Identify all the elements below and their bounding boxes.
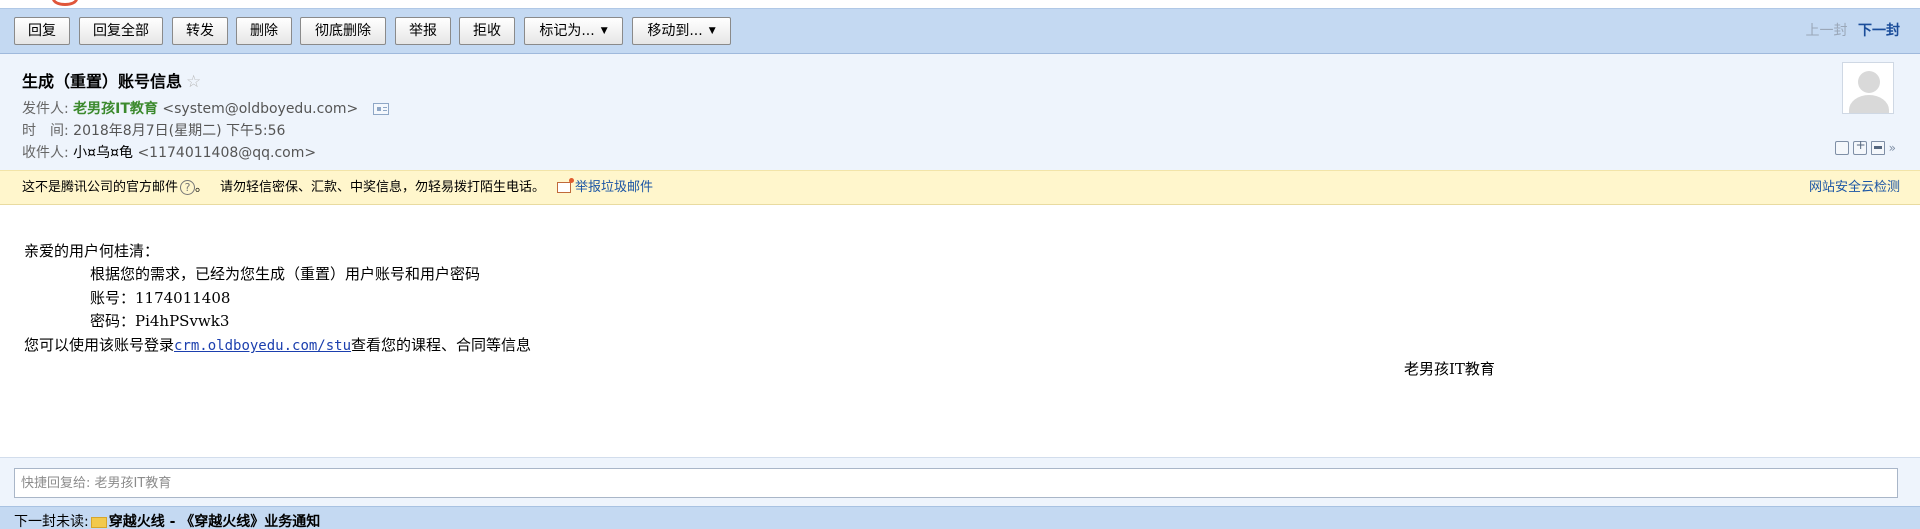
contact-card-icon[interactable]	[372, 103, 389, 115]
mail-body: 亲爱的用户何桂清： 根据您的需求，已经为您生成（重置）用户账号和用户密码 账号：…	[0, 205, 1920, 457]
next-unread-link[interactable]: 穿越火线 - 《穿越火线》业务通知	[109, 514, 321, 529]
qq-logo-icon	[52, 0, 78, 6]
chevron-down-icon[interactable]: »	[1889, 141, 1896, 155]
prev-mail-link[interactable]: 上一封	[1806, 23, 1848, 39]
sender-email: <system@oldboyedu.com>	[162, 101, 359, 117]
report-spam-link[interactable]: 举报垃圾邮件	[575, 180, 653, 195]
time-row: 时 间: 2018年8月7日(星期二) 下午5:56	[22, 123, 286, 139]
login-line: 您可以使用该账号登录crm.oldboyedu.com/stu查看您的课程、合同…	[24, 336, 532, 354]
crm-login-link[interactable]: crm.oldboyedu.com/stu	[174, 338, 351, 354]
password-line: 密码：Pi4hPSvwk3	[90, 312, 230, 330]
report-button[interactable]: 举报	[395, 17, 451, 45]
next-mail-link[interactable]: 下一封	[1858, 23, 1900, 39]
mail-header: 生成（重置）账号信息 ☆ 发件人: 老男孩IT教育 <system@oldboye…	[0, 54, 1920, 170]
move-to-dropdown[interactable]: 移动到... ▼	[632, 17, 731, 45]
quick-reply-input[interactable]	[14, 468, 1898, 498]
sender-row: 发件人: 老男孩IT教育 <system@oldboyedu.com>	[22, 98, 389, 118]
mark-as-dropdown[interactable]: 标记为... ▼	[524, 17, 623, 45]
caret-down-icon: ▼	[708, 26, 716, 36]
report-spam-icon	[557, 178, 575, 193]
avatar-body	[1849, 95, 1889, 113]
delete-button[interactable]: 删除	[236, 17, 292, 45]
cloud-security-check-link[interactable]: 网站安全云检测	[1809, 171, 1900, 204]
recipient-email: <1174011408@qq.com>	[137, 145, 317, 161]
sender-name[interactable]: 老男孩IT教育	[73, 101, 158, 117]
mail-subject: 生成（重置）账号信息 ☆	[22, 72, 202, 92]
recipient-row: 收件人: 小¤乌¤龟 <1174011408@qq.com>	[22, 145, 317, 161]
reply-all-button[interactable]: 回复全部	[79, 17, 163, 45]
mail-pager: 上一封 下一封	[1806, 17, 1900, 45]
mail-toolbar: 回复 回复全部 转发 删除 彻底删除 举报 拒收 标记为... ▼ 移动到... ▼…	[0, 8, 1920, 54]
forward-button[interactable]: 转发	[172, 17, 228, 45]
header-tools: »	[1834, 138, 1896, 156]
star-icon[interactable]: ☆	[186, 72, 201, 92]
next-unread-label: 下一封未读:	[14, 514, 89, 529]
question-icon[interactable]: ?	[180, 180, 196, 195]
body-line-request: 根据您的需求，已经为您生成（重置）用户账号和用户密码	[90, 265, 481, 283]
caret-down-icon: ▼	[600, 26, 608, 36]
greeting: 亲爱的用户何桂清：	[24, 242, 160, 260]
reply-button[interactable]: 回复	[14, 17, 70, 45]
warning-text: 这不是腾讯公司的官方邮件	[22, 180, 179, 195]
recipient-name[interactable]: 小¤乌¤龟	[73, 145, 133, 161]
window-icon[interactable]	[1834, 141, 1849, 155]
avatar-head	[1858, 71, 1880, 93]
permanent-delete-button[interactable]: 彻底删除	[300, 17, 386, 45]
sender-avatar[interactable]	[1842, 62, 1894, 114]
signature: 老男孩IT教育	[1404, 360, 1495, 378]
quick-reply-area	[0, 458, 1920, 506]
new-window-icon[interactable]	[1852, 138, 1867, 155]
warning-advice: 请勿轻信密保、汇款、中奖信息，勿轻易拨打陌生电话。	[220, 180, 546, 195]
reject-button[interactable]: 拒收	[459, 17, 515, 45]
top-strip	[0, 0, 1920, 8]
print-icon[interactable]	[1870, 141, 1885, 155]
security-warning-bar: 这不是腾讯公司的官方邮件?。请勿轻信密保、汇款、中奖信息，勿轻易拨打陌生电话。举…	[0, 170, 1920, 205]
account-line: 账号：1174011408	[90, 289, 231, 307]
sent-time: 2018年8月7日(星期二) 下午5:56	[73, 123, 286, 139]
next-unread-bar: 下一封未读: 穿越火线 - 《穿越火线》业务通知	[0, 506, 1920, 529]
envelope-icon	[90, 516, 107, 528]
